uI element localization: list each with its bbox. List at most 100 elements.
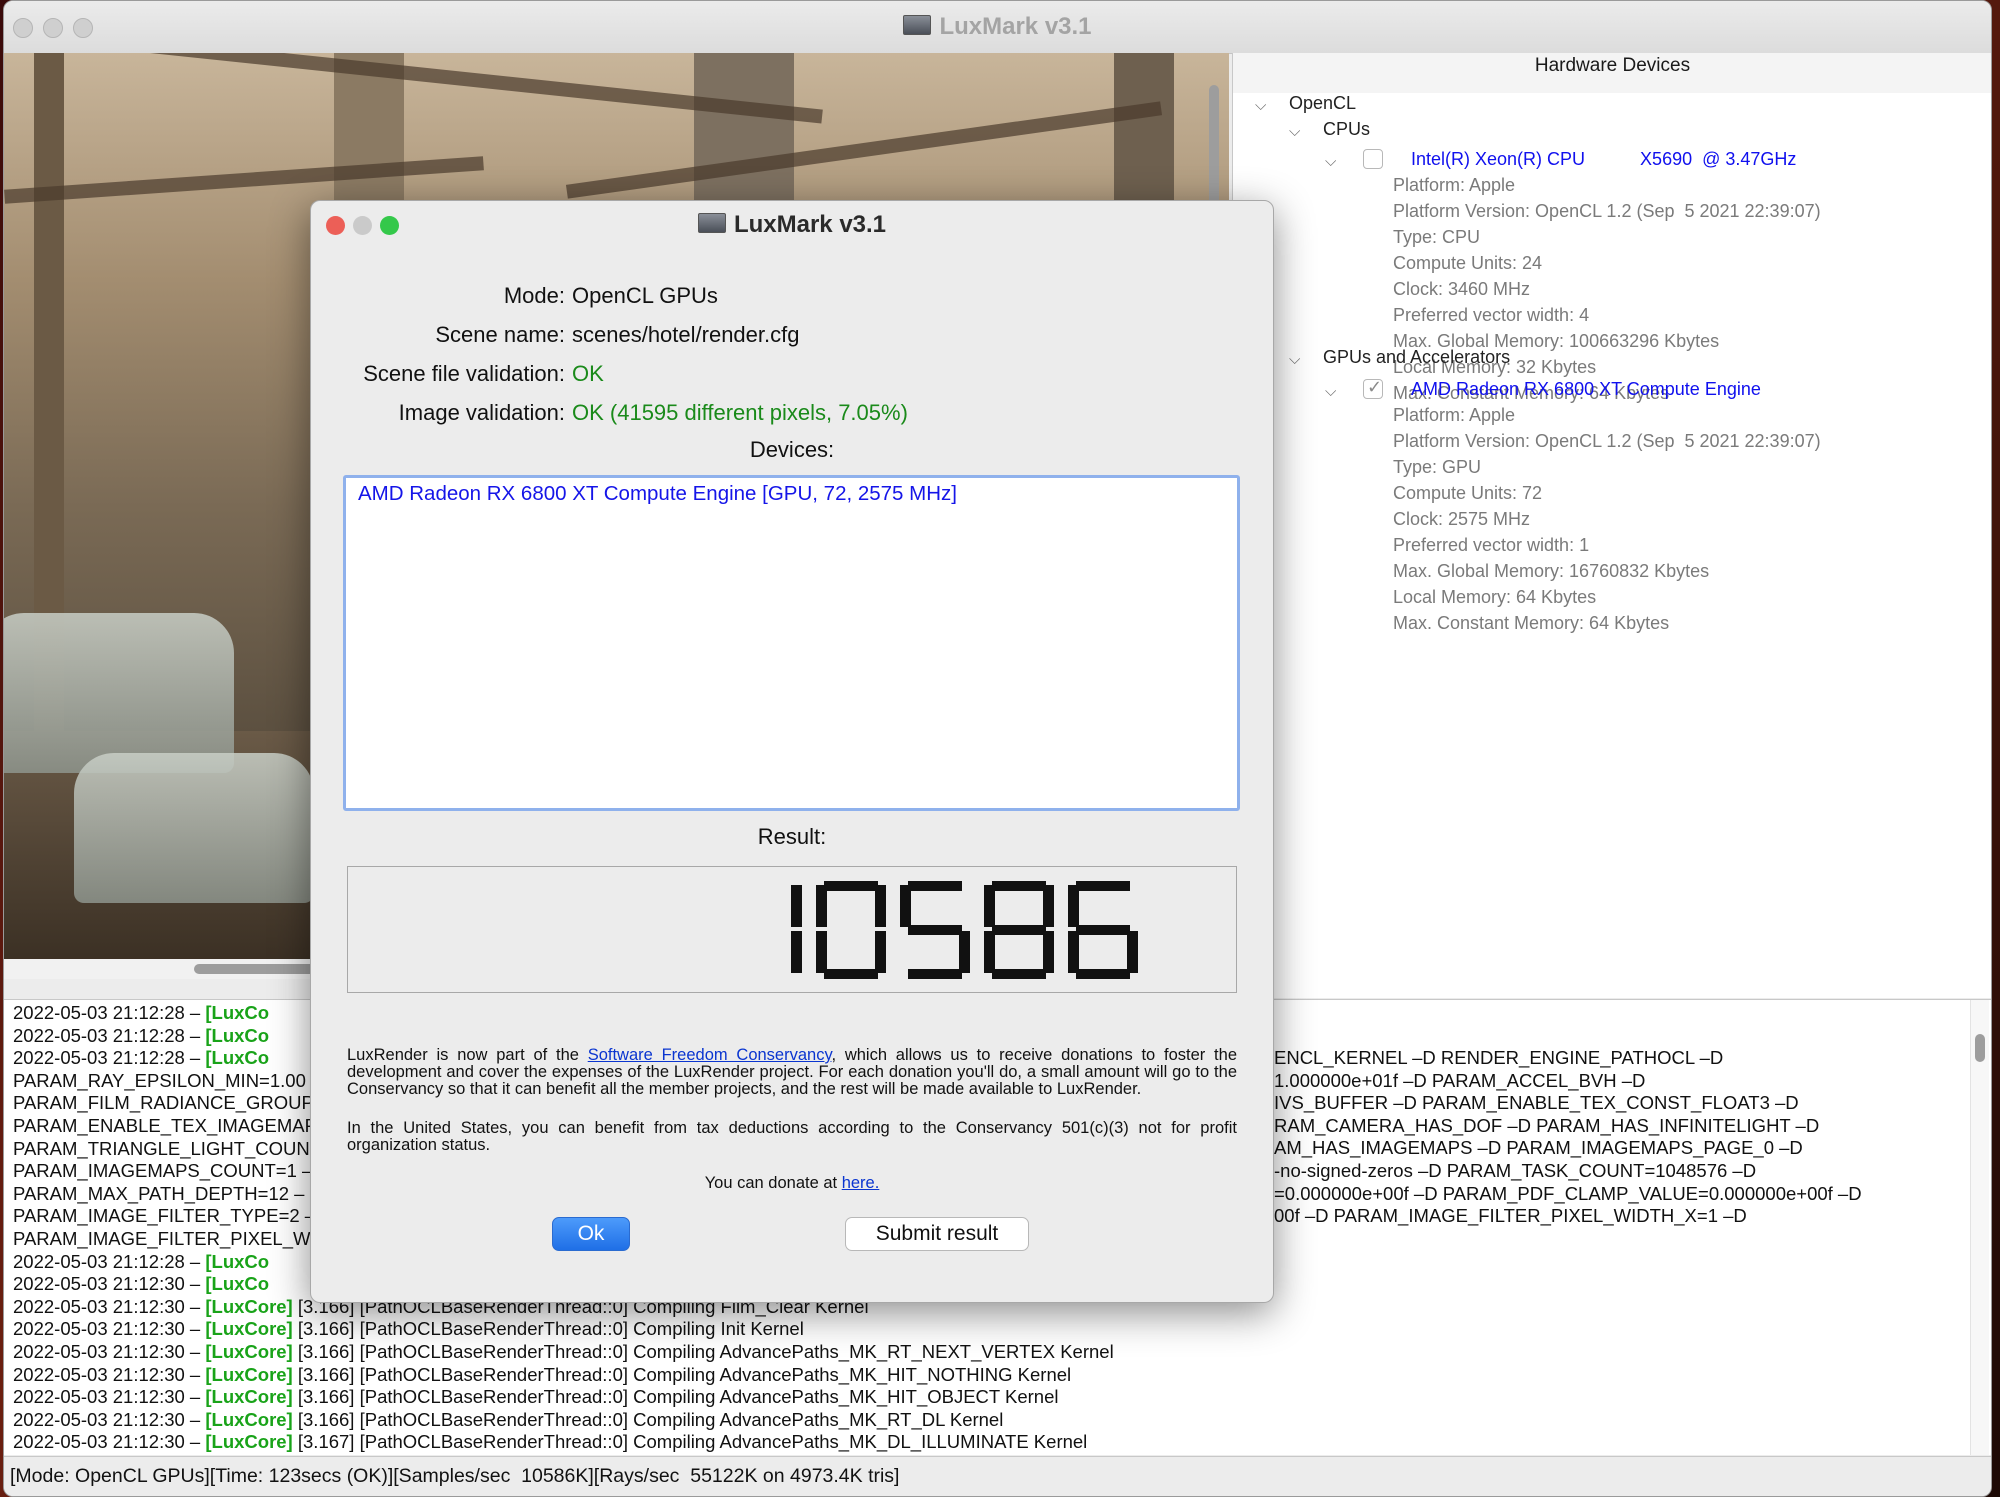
lcd-digit	[900, 881, 970, 979]
lcd-segment	[900, 885, 911, 927]
log-timestamp: PARAM_ENABLE_TEX_IMAGEMAP	[13, 1115, 317, 1136]
lcd-segment	[908, 881, 962, 891]
render-chair	[74, 753, 314, 903]
lcd-digit	[984, 881, 1054, 979]
device-property: Type: CPU	[1393, 227, 1481, 247]
log-line: PARAM_ENABLE_TEX_IMAGEMAP	[13, 1115, 317, 1137]
ok-button[interactable]: Ok	[552, 1217, 630, 1251]
log-line: 2022-05-03 21:12:28 – [LuxCo	[13, 1025, 269, 1047]
log-tag: [LuxCore]	[205, 1363, 293, 1385]
tree-node-cpu-device[interactable]: Intel(R) Xeon(R) CPU X5690 @ 3.47GHz	[1411, 149, 1796, 170]
cpu-device-checkbox[interactable]	[1363, 149, 1383, 169]
hardware-devices-header: Hardware Devices	[1534, 55, 1691, 76]
tree-node-opencl[interactable]: OpenCL	[1289, 93, 1356, 114]
device-tree: ⌵ OpenCL ⌵ CPUs ⌵ Intel(R) Xeon(R) CPU X…	[1233, 93, 1991, 998]
log-message: [3.166] [PathOCLBaseRenderThread::0] Com…	[292, 1341, 1114, 1362]
lcd-segment	[816, 885, 827, 927]
lcd-segment	[984, 931, 995, 973]
image-validation-label: Image validation:	[398, 400, 565, 425]
devices-heading: Devices:	[749, 437, 835, 462]
tree-node-gpus[interactable]: GPUs and Accelerators	[1323, 347, 1510, 368]
log-line: 2022-05-03 21:12:28 – [LuxCo	[13, 1251, 269, 1273]
render-chair	[4, 613, 234, 773]
tree-node-cpus[interactable]: CPUs	[1323, 119, 1370, 140]
lcd-segment	[791, 931, 802, 973]
lcd-segment	[816, 931, 827, 973]
chevron-down-icon[interactable]: ⌵	[1289, 123, 1300, 140]
status-bar: [Mode: OpenCL GPUs][Time: 123secs (OK)][…	[4, 1456, 1991, 1496]
log-message: [3.167] [PathOCLBaseRenderThread::0] Com…	[292, 1431, 1088, 1453]
device-property: Clock: 2575 MHz	[1393, 509, 1531, 529]
log-timestamp: PARAM_TRIANGLE_LIGHT_COUN	[13, 1137, 310, 1159]
log-timestamp: 2022-05-03 21:12:28 –	[13, 1047, 206, 1069]
render-beam	[565, 101, 1163, 199]
chevron-down-icon[interactable]: ⌵	[1325, 153, 1336, 170]
chevron-down-icon[interactable]: ⌵	[1325, 383, 1336, 400]
log-line: 2022-05-03 21:12:28 – [LuxCo	[13, 1002, 269, 1024]
lcd-segment	[1043, 885, 1054, 927]
device-property: Platform: Apple	[1393, 175, 1516, 195]
log-timestamp: 2022-05-03 21:12:30 –	[13, 1295, 206, 1317]
log-line: 2022-05-03 21:12:30 – [LuxCore] [3.166] …	[13, 1364, 1071, 1386]
log-line: PARAM_IMAGE_FILTER_TYPE=2 –	[13, 1205, 315, 1227]
lcd-segment	[959, 931, 970, 973]
device-list-item[interactable]: AMD Radeon RX 6800 XT Compute Engine [GP…	[358, 482, 957, 506]
scroll-thumb[interactable]	[1975, 1034, 1985, 1062]
log-tag: [LuxCo	[205, 1273, 270, 1295]
chevron-down-icon[interactable]: ⌵	[1289, 351, 1300, 368]
scene-validation-label: Scene file validation:	[363, 361, 565, 386]
render-beam	[125, 53, 823, 124]
scroll-thumb[interactable]	[1209, 85, 1219, 205]
lcd-segment	[824, 969, 878, 979]
chevron-down-icon[interactable]: ⌵	[1255, 97, 1266, 114]
log-tag: [LuxCore]	[205, 1408, 293, 1430]
donate-link[interactable]: here.	[842, 1174, 880, 1192]
lcd-segment	[908, 969, 962, 979]
log-scrollbar[interactable]	[1970, 1000, 1989, 1455]
log-timestamp: 2022-05-03 21:12:30 –	[13, 1273, 206, 1295]
log-timestamp: PARAM_RAY_EPSILON_MIN=1.00	[13, 1069, 306, 1091]
result-heading: Result:	[757, 824, 827, 849]
log-line: PARAM_IMAGEMAPS_COUNT=1 –	[13, 1160, 312, 1182]
render-beam	[4, 156, 484, 204]
mode-label: Mode:	[503, 283, 565, 308]
device-property: Preferred vector width: 4	[1393, 305, 1590, 325]
tax-paragraph: In the United States, you can benefit fr…	[347, 1119, 1237, 1154]
sfc-link[interactable]: Software Freedom Conservancy	[588, 1046, 832, 1064]
log-line: 2022-05-03 21:12:30 – [LuxCore] [3.166] …	[13, 1386, 1059, 1408]
dialog-titlebar: LuxMark v3.1	[311, 201, 1273, 251]
lcd-segment	[984, 885, 995, 927]
lcd-segment	[1127, 931, 1138, 973]
device-property: Compute Units: 24	[1393, 253, 1543, 273]
log-timestamp: PARAM_IMAGE_FILTER_PIXEL_WI	[13, 1228, 316, 1249]
log-timestamp: PARAM_IMAGE_FILTER_TYPE=2 –	[13, 1205, 316, 1227]
log-line-fragment: IVS_BUFFER –D PARAM_ENABLE_TEX_CONST_FLO…	[1274, 1092, 1799, 1114]
devices-list[interactable]: AMD Radeon RX 6800 XT Compute Engine [GP…	[343, 475, 1240, 811]
log-message: [3.166] [PathOCLBaseRenderThread::0] Com…	[292, 1386, 1059, 1408]
device-property: Max. Constant Memory: 64 Kbytes	[1393, 613, 1670, 633]
result-display: 10586	[347, 866, 1237, 993]
log-line-fragment: 00f –D PARAM_IMAGE_FILTER_PIXEL_WIDTH_X=…	[1274, 1205, 1747, 1227]
donate-text: You can donate at	[704, 1174, 842, 1192]
device-property: Platform: Apple	[1393, 405, 1516, 425]
lcd-segment	[992, 969, 1046, 979]
lcd-digit	[816, 881, 886, 979]
device-property: Type: GPU	[1393, 457, 1482, 477]
gpu-device-checkbox[interactable]: ✓	[1363, 377, 1383, 399]
log-timestamp: 2022-05-03 21:12:30 –	[13, 1318, 206, 1340]
lcd-segment	[1043, 931, 1054, 973]
lcd-segment	[1076, 969, 1130, 979]
submit-result-button[interactable]: Submit result	[845, 1217, 1029, 1251]
para-text: LuxRender is now part of the	[347, 1046, 588, 1064]
log-message: [3.166] [PathOCLBaseRenderThread::0] Com…	[292, 1318, 804, 1340]
lcd-segment	[875, 885, 886, 927]
log-line: 2022-05-03 21:12:30 – [LuxCore] [3.166] …	[13, 1409, 1003, 1431]
lcd-segment	[791, 885, 802, 927]
lcd-segment	[1076, 881, 1130, 891]
log-timestamp: 2022-05-03 21:12:30 –	[13, 1386, 206, 1408]
log-line: PARAM_IMAGE_FILTER_PIXEL_WI	[13, 1228, 316, 1250]
log-timestamp: 2022-05-03 21:12:28 –	[13, 1024, 206, 1046]
lcd-segment	[1068, 931, 1079, 973]
tree-node-gpu-device[interactable]: AMD Radeon RX 6800 XT Compute Engine	[1411, 379, 1761, 400]
log-tag: [LuxCore]	[205, 1341, 293, 1362]
